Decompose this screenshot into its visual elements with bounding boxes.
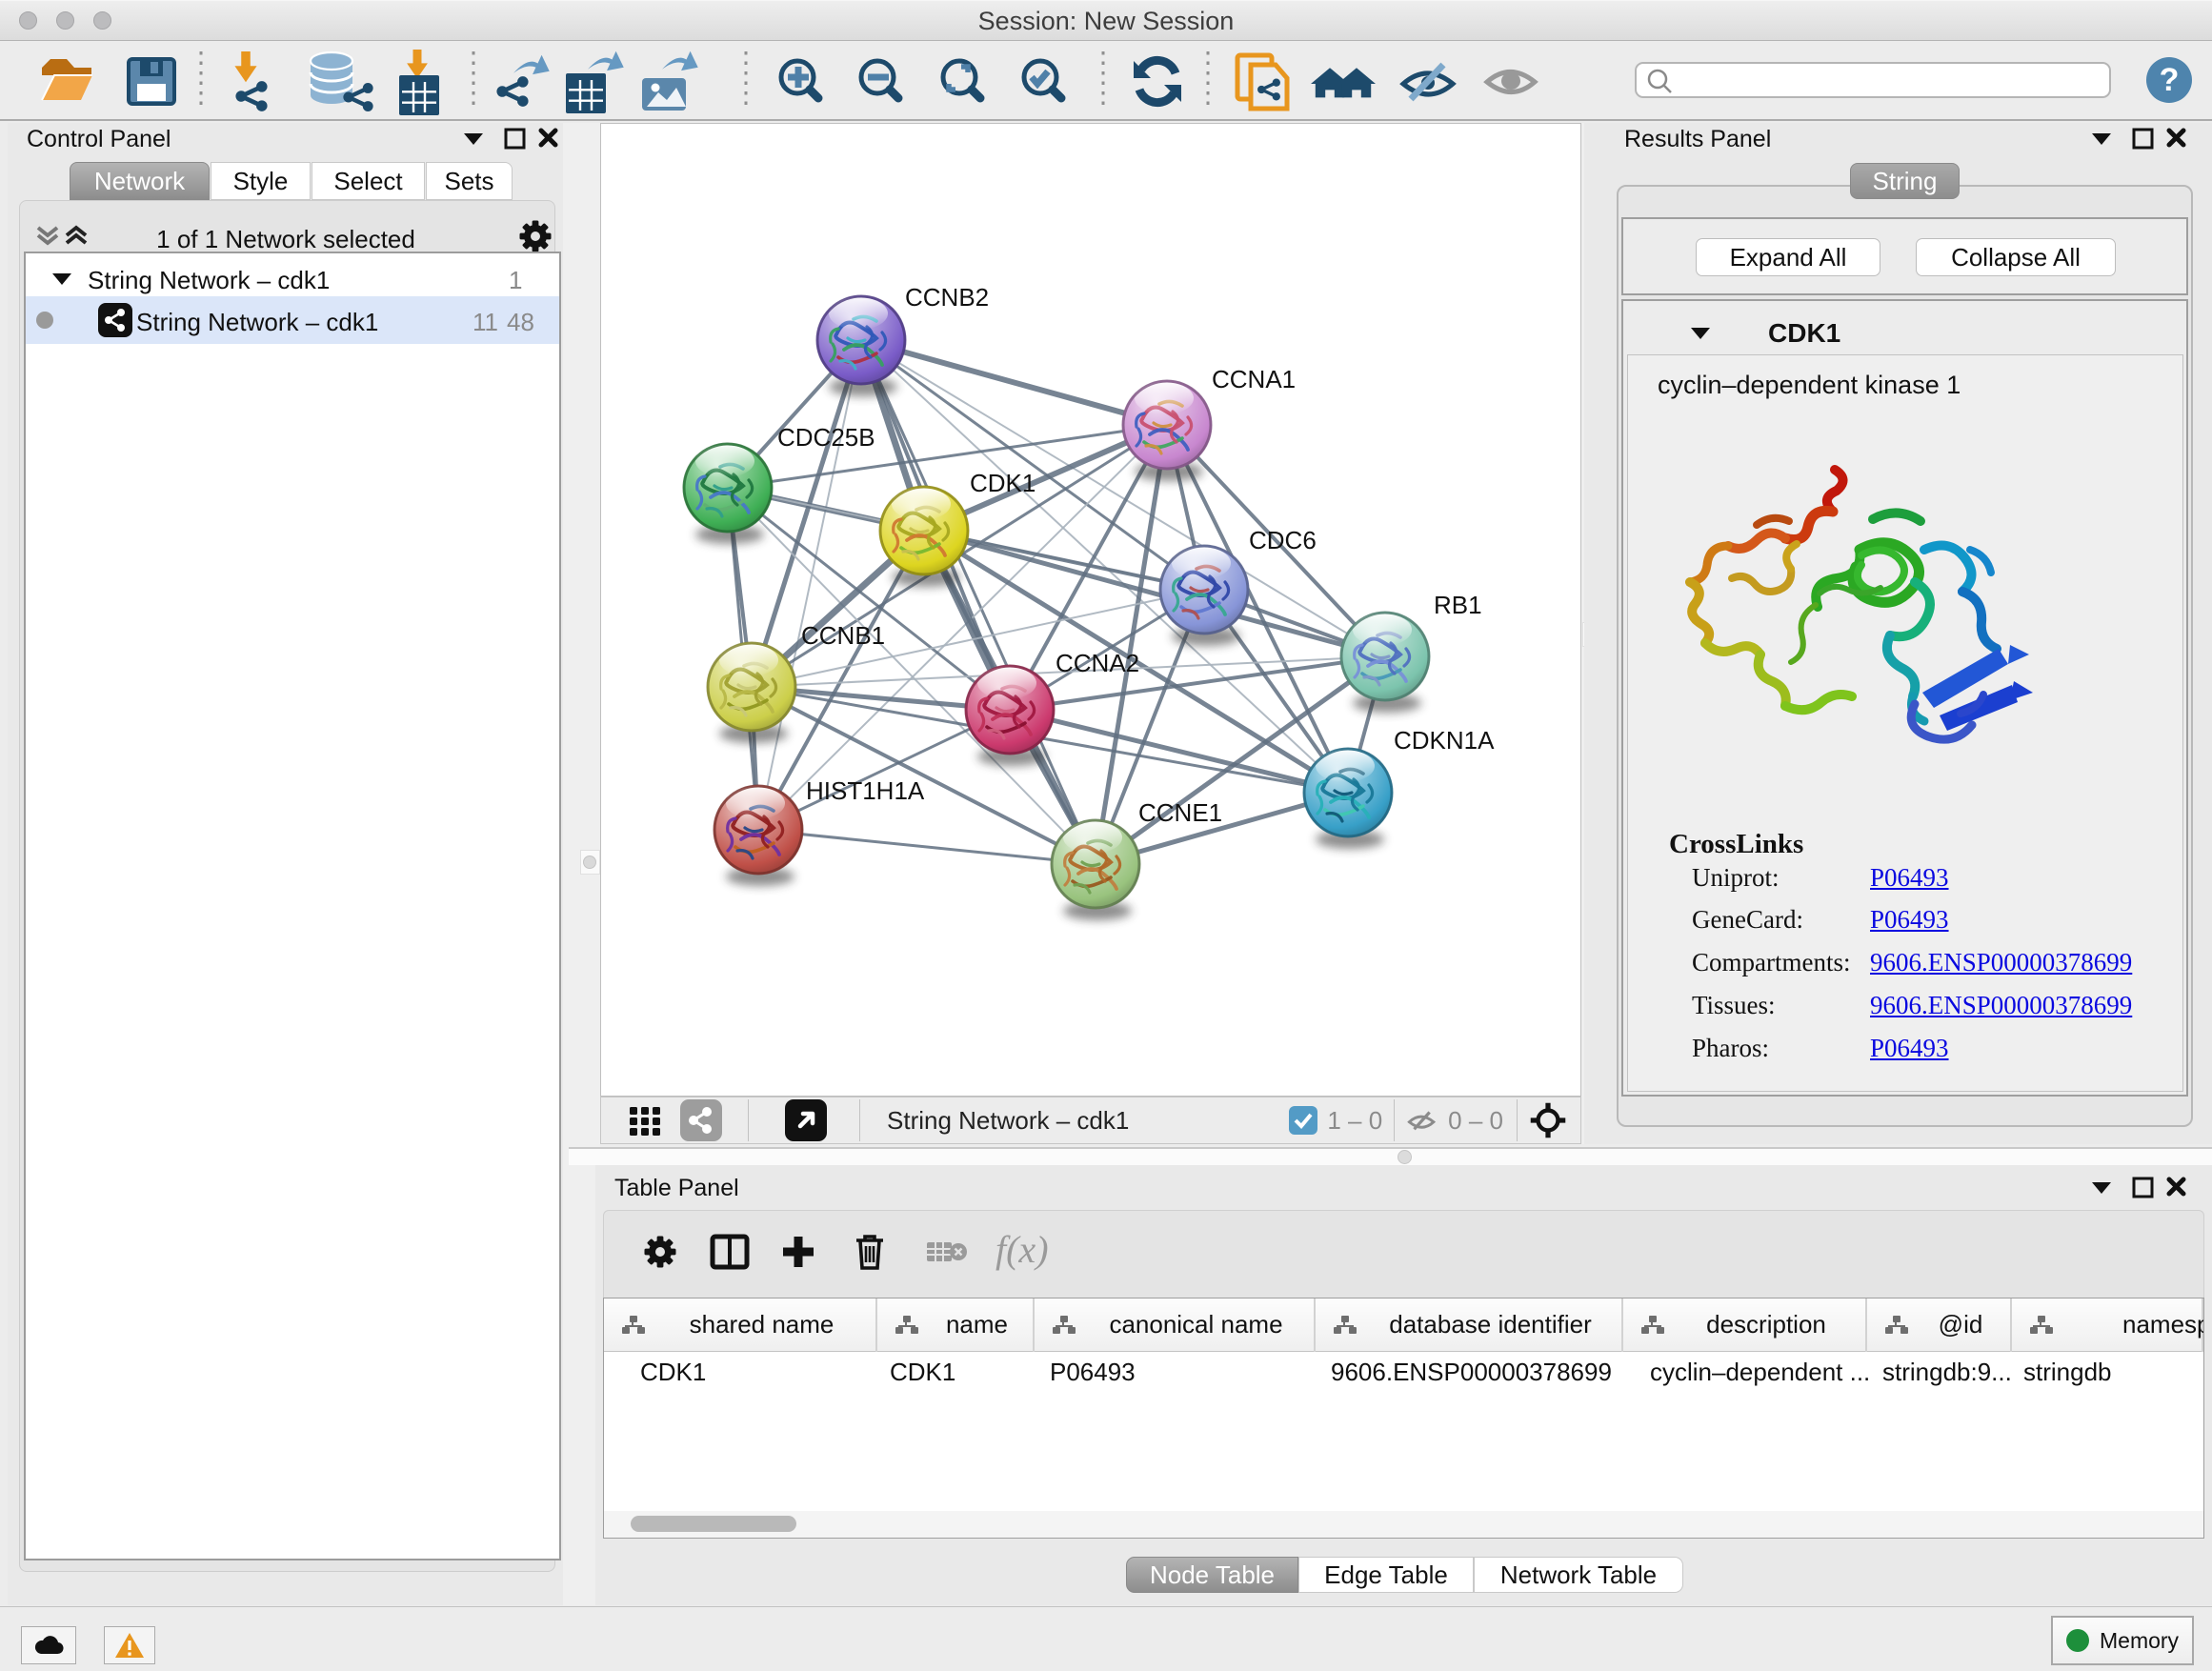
svg-text:CCNB2: CCNB2 — [905, 283, 989, 312]
svg-text:CCNA1: CCNA1 — [1212, 365, 1296, 393]
svg-text:CCNE1: CCNE1 — [1138, 798, 1222, 827]
svg-text:CDK1: CDK1 — [970, 469, 1036, 497]
svg-text:CCNB1: CCNB1 — [801, 621, 885, 650]
svg-text:CDKN1A: CDKN1A — [1394, 726, 1495, 755]
svg-text:HIST1H1A: HIST1H1A — [806, 776, 925, 805]
svg-text:RB1: RB1 — [1434, 591, 1482, 619]
svg-text:CDC25B: CDC25B — [777, 423, 875, 452]
svg-text:CCNA2: CCNA2 — [1056, 649, 1139, 677]
svg-text:CDC6: CDC6 — [1249, 526, 1317, 554]
